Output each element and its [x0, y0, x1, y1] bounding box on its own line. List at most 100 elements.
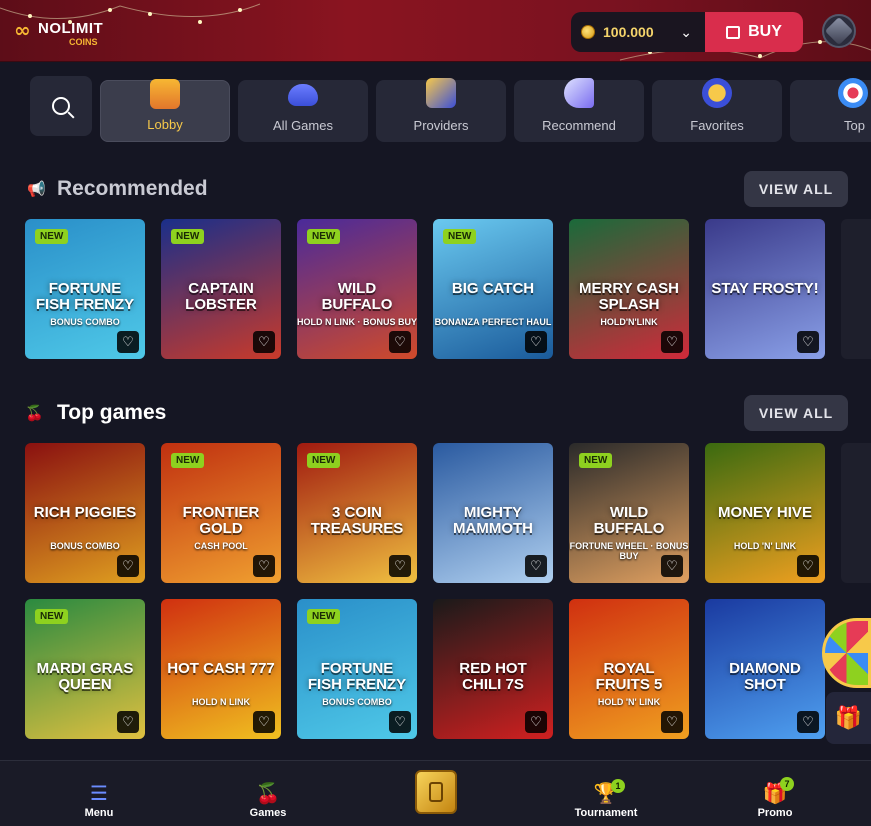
search-button[interactable] — [30, 76, 92, 136]
search-icon — [52, 97, 70, 115]
tab-providers[interactable]: Providers — [376, 78, 506, 142]
new-badge: NEW — [443, 229, 477, 244]
game-name: Mighty Mammoth — [453, 504, 533, 537]
center-lobby-button[interactable] — [415, 770, 457, 814]
game-tile[interactable]: Merry Cash Splash HOLD'N'LINK ♡ — [569, 219, 689, 359]
tab-all-games[interactable]: All Games — [238, 80, 368, 142]
bottom-nav-games[interactable]: 🍒 Games — [223, 781, 313, 819]
buy-button[interactable]: BUY — [705, 12, 803, 52]
game-tile[interactable]: Red Hot Chili 7s ♡ — [433, 599, 553, 739]
game-name: Wild Buffalo — [593, 504, 665, 537]
megaphone-icon: 📢 — [27, 180, 46, 198]
section-title-recommended: Recommended — [57, 177, 208, 200]
game-tile[interactable]: NEW Mardi Gras Queen ♡ — [25, 599, 145, 739]
heart-icon[interactable]: ♡ — [253, 331, 275, 353]
heart-icon[interactable]: ♡ — [661, 331, 683, 353]
heart-icon[interactable]: ♡ — [797, 555, 819, 577]
gamepad-icon — [288, 84, 318, 106]
game-name: Red Hot Chili 7s — [459, 660, 527, 693]
new-badge: NEW — [35, 229, 69, 244]
game-tile[interactable]: NEW Wild Buffalo FORTUNE WHEEL · BONUS BUY… — [569, 443, 689, 583]
game-name: Stay Frosty! — [711, 280, 819, 297]
slot-machine-icon — [150, 79, 180, 109]
game-tile[interactable]: Hot Cash 777 HOLD N LINK ♡ — [161, 599, 281, 739]
heart-icon[interactable]: ♡ — [389, 555, 411, 577]
heart-icon[interactable]: ♡ — [117, 331, 139, 353]
game-tile[interactable]: NEW Frontier Gold CASH POOL ♡ — [161, 443, 281, 583]
avatar-icon — [824, 16, 854, 46]
bottom-nav-menu[interactable]: ☰ Menu — [54, 781, 144, 819]
heart-icon[interactable]: ♡ — [525, 331, 547, 353]
slot-icon — [429, 782, 443, 802]
game-name: Mardi Gras Queen — [36, 660, 134, 693]
nolimit-coins-logo[interactable]: ∞ NOLIMIT COINS — [14, 16, 114, 47]
target-icon — [838, 78, 868, 108]
tab-label: Favorites — [690, 118, 744, 133]
heart-icon[interactable]: ♡ — [797, 331, 819, 353]
heart-icon[interactable]: ♡ — [797, 711, 819, 733]
new-badge: NEW — [307, 453, 341, 468]
tab-lobby[interactable]: Lobby — [100, 79, 230, 142]
shopping-bag-icon — [726, 25, 741, 39]
game-tile[interactable]: NEW Fortune Fish Frenzy BONUS COMBO ♡ — [297, 599, 417, 739]
heart-icon[interactable]: ♡ — [253, 555, 275, 577]
new-badge: NEW — [307, 229, 341, 244]
game-tile[interactable]: Diamond Shot ♡ — [705, 599, 825, 739]
hamburger-icon: ☰ — [90, 781, 108, 805]
game-tile[interactable]: NEW Wild Buffalo HOLD N LINK · BONUS BUY ♡ — [297, 219, 417, 359]
game-tile[interactable]: Money Hive HOLD 'N' LINK ♡ — [705, 443, 825, 583]
fortune-wheel-icon[interactable] — [822, 618, 871, 688]
tab-recommend[interactable]: Recommend — [514, 78, 644, 142]
view-all-recommended-button[interactable]: VIEW ALL — [744, 171, 848, 207]
heart-icon[interactable]: ♡ — [117, 711, 139, 733]
new-badge: NEW — [579, 453, 613, 468]
game-name: Diamond Shot — [729, 660, 801, 693]
balance-selector[interactable]: 100.000 ⌄ — [571, 12, 706, 52]
game-tile[interactable]: NEW 3 Coin Treasures ♡ — [297, 443, 417, 583]
game-subtitle: HOLD'N'LINK — [600, 317, 658, 327]
heart-icon[interactable]: ♡ — [253, 711, 275, 733]
heart-icon[interactable]: ♡ — [525, 711, 547, 733]
heart-icon[interactable]: ♡ — [389, 711, 411, 733]
tab-top[interactable]: Top — [790, 78, 871, 142]
bottom-nav-label: Promo — [757, 807, 793, 819]
tab-label: Lobby — [147, 117, 183, 132]
heart-icon[interactable]: ♡ — [661, 555, 683, 577]
bottom-nav-promo[interactable]: 🎁 7 Promo — [730, 777, 820, 819]
promo-gift-icon: 🎁 — [762, 781, 788, 805]
cherries-icon: 🍒 — [255, 781, 281, 805]
avatar[interactable] — [822, 14, 856, 48]
bottom-nav-tournament[interactable]: 🏆 1 Tournament — [561, 779, 651, 819]
heart-icon[interactable]: ♡ — [389, 331, 411, 353]
gift-icon[interactable]: 🎁 — [826, 692, 871, 744]
new-badge: NEW — [35, 609, 69, 624]
game-name: Big Catch — [451, 280, 535, 297]
heart-icon[interactable]: ♡ — [117, 555, 139, 577]
game-tile[interactable]: NEW Fortune Fish Frenzy BONUS COMBO ♡ — [25, 219, 145, 359]
game-tile[interactable]: NEW Captain Lobster ♡ — [161, 219, 281, 359]
view-all-top-games-button[interactable]: VIEW ALL — [744, 395, 848, 431]
game-subtitle: BONUS COMBO — [50, 317, 120, 327]
star-badge-icon — [702, 78, 732, 108]
game-tile[interactable]: Mighty Mammoth ♡ — [433, 443, 553, 583]
game-tile[interactable]: Stay Frosty! ♡ — [705, 219, 825, 359]
game-tile[interactable]: NEW Big Catch BONANZA PERFECT HAUL ♡ — [433, 219, 553, 359]
heart-icon[interactable]: ♡ — [661, 711, 683, 733]
game-subtitle: HOLD N LINK · BONUS BUY — [297, 317, 417, 327]
game-subtitle: HOLD 'N' LINK — [597, 697, 661, 707]
bottom-nav-label: Menu — [84, 807, 114, 819]
tab-favorites[interactable]: Favorites — [652, 78, 782, 142]
heart-icon[interactable]: ♡ — [525, 555, 547, 577]
cards-icon — [426, 78, 456, 108]
game-tile[interactable]: Royal Fruits 5 HOLD 'N' LINK ♡ — [569, 599, 689, 739]
top-header: ∞ NOLIMIT COINS 100.000 ⌄ BUY — [0, 0, 871, 62]
game-name: 3 Coin Treasures — [310, 504, 404, 537]
next-tile-peek — [841, 219, 871, 359]
coin-icon — [581, 25, 595, 39]
game-subtitle: HOLD 'N' LINK — [733, 541, 797, 551]
buy-label: BUY — [748, 23, 782, 40]
logo-subtext: COINS — [69, 37, 98, 47]
game-tile[interactable]: Rich Piggies BONUS COMBO ♡ — [25, 443, 145, 583]
tab-label: Top — [844, 118, 865, 133]
logo-text: NOLIMIT — [38, 20, 104, 37]
